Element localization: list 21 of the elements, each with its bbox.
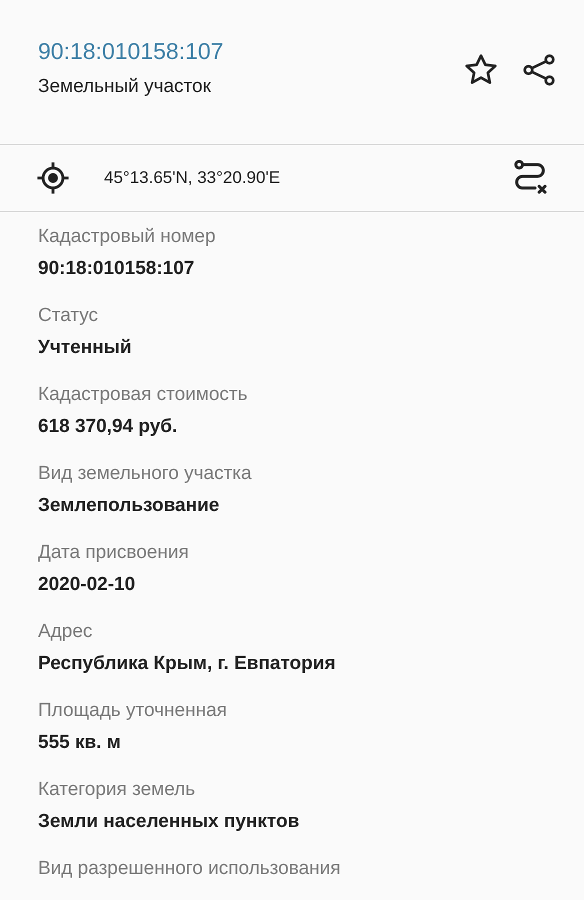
field-value: Земли населенных пунктов <box>38 810 300 834</box>
field-label: Вид земельного участка <box>38 462 253 486</box>
field-label: Статус <box>38 304 100 328</box>
field-label: Вид разрешенного использования <box>38 857 342 881</box>
field-value: Землепользование <box>38 494 220 518</box>
location-target-icon[interactable] <box>36 161 70 195</box>
field-value: Учтенный <box>38 336 133 360</box>
field-value: 90:18:010158:107 <box>38 257 196 281</box>
coordinates-text: 45°13.65'N, 33°20.90'E <box>104 168 282 188</box>
field-label: Дата присвоения <box>38 541 190 565</box>
field-value: 555 кв. м <box>38 731 122 755</box>
field-label: Кадастровая стоимость <box>38 383 249 407</box>
field-label: Категория земель <box>38 778 196 802</box>
object-type: Земельный участок <box>38 75 212 99</box>
cadastral-number-title: 90:18:010158:107 <box>38 37 224 66</box>
field-value: 2020-02-10 <box>38 573 136 597</box>
field-value: 618 370,94 руб. <box>38 415 178 439</box>
field-label: Площадь уточненная <box>38 699 228 723</box>
field-label: Кадастровый номер <box>38 225 217 249</box>
field-value: Республика Крым, г. Евпатория <box>38 652 337 676</box>
field-label: Адрес <box>38 620 94 644</box>
